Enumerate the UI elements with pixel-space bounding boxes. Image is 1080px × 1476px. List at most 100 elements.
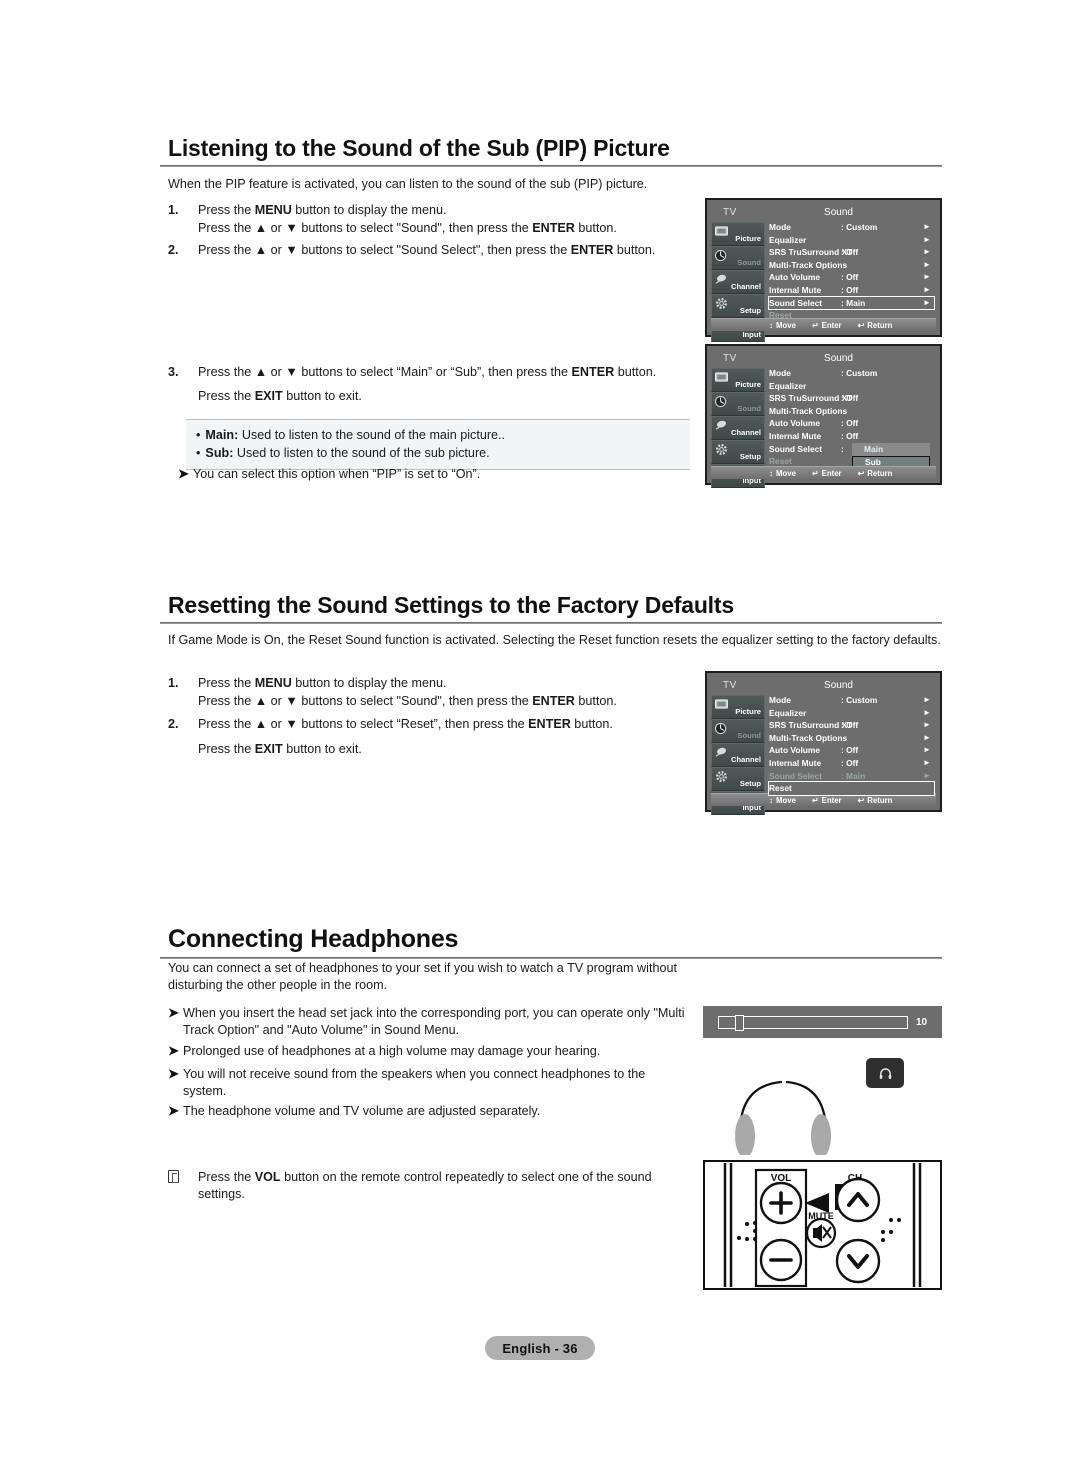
osd-sidebar-item-channel[interactable]: Channel: [711, 270, 765, 294]
osd-sidebar-item-sound[interactable]: Sound: [711, 246, 765, 270]
intro-reset-sound: If Game Mode is On, the Reset Sound func…: [168, 633, 941, 647]
osd-row[interactable]: Auto Volume : Off: [769, 417, 934, 430]
book-icon: [168, 1170, 179, 1183]
step-number: 3.: [168, 365, 179, 379]
osd-row[interactable]: Equalizer ►: [769, 707, 934, 720]
osd-row[interactable]: SRS TruSurround XT: Off ►: [769, 719, 934, 732]
osd-row-label: Internal Mute: [769, 430, 822, 441]
osd-sidebar-item-sound[interactable]: Sound: [711, 719, 765, 743]
return-icon: ↩: [857, 320, 865, 330]
move-icon: ↕: [769, 320, 773, 330]
osd-sidebar-item-setup[interactable]: Setup: [711, 440, 765, 464]
osd-row[interactable]: Mode: Custom ►: [769, 694, 934, 707]
osd-row-value: : Custom: [841, 368, 878, 378]
osd-sidebar-item-channel[interactable]: Channel: [711, 743, 765, 767]
headphone-icon: [879, 1067, 891, 1079]
osd-row-label: Equalizer: [769, 380, 807, 391]
osd-row-label: Multi-Track Options: [769, 259, 848, 270]
sound-icon: [714, 395, 729, 408]
chevron-right-icon: ►: [923, 297, 931, 307]
osd-row-label: Equalizer: [769, 234, 807, 245]
osd-sidebar-label: Channel: [731, 282, 761, 291]
osd-foot-enter: ↵ Enter: [812, 469, 842, 478]
osd-sidebar-item-picture[interactable]: Picture: [711, 222, 765, 246]
note-pip-on: ➤ You can select this option when “PIP” …: [178, 466, 698, 483]
osd-sidebar-label: Sound: [737, 258, 761, 267]
dropdown-option-main[interactable]: Main: [852, 443, 930, 456]
osd-row-value: : Off: [841, 247, 859, 258]
osd-row[interactable]: Internal Mute: Off ►: [769, 284, 934, 297]
note-hearing-damage: ➤ Prolonged use of headphones at a high …: [168, 1043, 708, 1060]
osd-row-value: : Off: [841, 272, 859, 283]
osd-title: Sound: [824, 207, 853, 218]
osd-row[interactable]: Reset: [768, 781, 935, 796]
osd-row[interactable]: Multi-Track Options ►: [769, 732, 934, 745]
osd-row[interactable]: Equalizer: [769, 380, 934, 393]
osd-row-label: SRS TruSurround XT: [769, 393, 853, 404]
osd-sidebar-item-picture[interactable]: Picture: [711, 368, 765, 392]
osd-row-value: : Off: [841, 720, 859, 731]
osd-row[interactable]: Mode : Custom: [769, 367, 934, 380]
osd-foot-return: ↩ Return: [858, 469, 893, 478]
osd-sidebar-label: Input: [742, 330, 761, 339]
osd-sidebar-item-picture[interactable]: Picture: [711, 695, 765, 719]
osd-row[interactable]: Auto Volume: Off ►: [769, 271, 934, 284]
osd-row-label: Auto Volume: [769, 745, 821, 756]
osd-row[interactable]: Sound Select: Main ►: [768, 295, 935, 311]
infobox-item-main: • Main: Used to listen to the sound of th…: [196, 426, 680, 444]
osd-sidebar-label: Sound: [737, 731, 761, 740]
setup-icon: [714, 297, 729, 310]
chevron-right-icon: ►: [923, 757, 931, 767]
step-number: 2.: [168, 243, 179, 257]
osd-row[interactable]: Mode: Custom ►: [769, 221, 934, 234]
osd-sidebar-item-sound[interactable]: Sound: [711, 392, 765, 416]
osd-sidebar-item-setup[interactable]: Setup: [711, 767, 765, 791]
osd-row-value: : Off: [841, 284, 859, 295]
step-1-reset: 1. Press the MENU button to display the …: [168, 674, 698, 710]
remote-control-illustration: VOL CH MUTE: [703, 1160, 942, 1290]
osd-row[interactable]: Multi-Track Options: [769, 405, 934, 418]
osd-row[interactable]: Equalizer ►: [769, 234, 934, 247]
page-title-reset-sound: Resetting the Sound Settings to the Fact…: [168, 592, 734, 618]
osd-row[interactable]: SRS TruSurround XT: Off ►: [769, 246, 934, 259]
osd-sidebar-item-channel[interactable]: Channel: [711, 416, 765, 440]
setup-icon: [714, 770, 729, 783]
chevron-right-icon: ►: [923, 234, 931, 244]
osd-row[interactable]: Multi-Track Options ►: [769, 259, 934, 272]
osd-row-label: Auto Volume: [769, 272, 821, 283]
setup-icon: [714, 443, 729, 456]
osd-row-label: Mode: [769, 695, 791, 705]
osd-row-label: Sound Select: [769, 770, 823, 781]
osd-menu-sound-select: TV Sound Picture Sound Channel Setup Inp…: [705, 198, 942, 342]
chevron-right-icon: ►: [923, 745, 931, 755]
headphones-illustration: [718, 1060, 848, 1155]
osd-rows: Mode: Custom ► Equalizer ► SRS TruSurround X…: [768, 221, 935, 322]
volume-slider-track[interactable]: [717, 1014, 908, 1031]
osd-row-label: Mode: [769, 368, 791, 378]
osd-footbar: ↕ Move ↵ Enter ↩ Return: [711, 466, 936, 479]
osd-sidebar-item-setup[interactable]: Setup: [711, 294, 765, 318]
osd-row[interactable]: Internal Mute: Off: [769, 430, 934, 443]
step-2-reset: 2. Press the ▲ or ▼ buttons to select “R…: [168, 715, 698, 758]
osd-foot-label: Enter: [821, 468, 842, 478]
step-number: 1.: [168, 203, 179, 217]
picture-icon: [714, 371, 729, 384]
note-text: Prolonged use of headphones at a high vo…: [183, 1044, 601, 1058]
osd-row-label: Auto Volume: [769, 418, 821, 429]
arrow-note-icon: ➤: [168, 1066, 179, 1081]
osd-foot-return: ↩ Return: [858, 321, 893, 330]
enter-icon: ↵: [811, 320, 819, 330]
volume-slider-knob[interactable]: [734, 1014, 744, 1031]
channel-icon: [714, 746, 729, 759]
osd-row-label: Internal Mute: [769, 284, 822, 295]
osd-row[interactable]: Internal Mute: Off ►: [769, 757, 934, 770]
osd-row-value: : Off: [841, 418, 859, 429]
volume-level-value: 10: [915, 1016, 928, 1028]
arrow-note-icon: ➤: [168, 1043, 179, 1058]
osd-foot-enter: ↵ Enter: [812, 321, 842, 330]
osd-foot-label: Enter: [821, 795, 842, 805]
osd-row[interactable]: Sound Select: Main ►: [769, 770, 934, 783]
osd-row[interactable]: SRS TruSurround XT: Off: [769, 392, 934, 405]
osd-row[interactable]: Auto Volume : Off ►: [769, 744, 934, 757]
osd-row-value: : Off: [841, 745, 859, 756]
